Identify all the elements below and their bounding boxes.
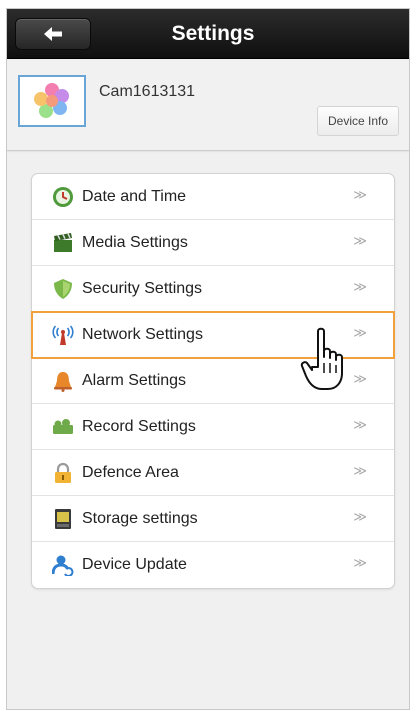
chevron-right-icon: ≫ — [353, 463, 367, 478]
menu-item-record-settings[interactable]: Record Settings ≫ — [32, 404, 394, 450]
chevron-right-icon: ≫ — [353, 325, 367, 340]
menu-item-label: Date and Time — [82, 187, 187, 205]
menu-item-label: Device Update — [82, 556, 187, 573]
chevron-right-icon: ≫ — [353, 417, 367, 432]
device-header: Cam1613131 Device Info — [7, 59, 409, 151]
chevron-right-icon: ≫ — [353, 509, 367, 524]
user-update-icon — [52, 554, 74, 576]
menu-item-device-update[interactable]: Device Update ≫ — [32, 542, 394, 588]
hand-pointer-icon — [300, 327, 343, 390]
clock-icon — [52, 186, 74, 208]
clapperboard-icon — [52, 232, 74, 254]
title-bar: Settings — [7, 9, 409, 59]
menu-item-security-settings[interactable]: Security Settings ≫ — [32, 266, 394, 312]
menu-item-label: Alarm Settings — [82, 371, 187, 389]
shield-icon — [52, 278, 74, 300]
lock-icon — [52, 462, 74, 484]
antenna-icon — [52, 324, 74, 346]
device-name: Cam1613131 — [99, 83, 196, 100]
chevron-right-icon: ≫ — [353, 233, 367, 248]
storage-icon — [52, 508, 74, 530]
device-info-button[interactable]: Device Info — [317, 106, 399, 136]
menu-item-storage-settings[interactable]: Storage settings ≫ — [32, 496, 394, 542]
chevron-right-icon: ≫ — [353, 187, 367, 202]
menu-item-label: Media Settings — [82, 233, 188, 251]
camera-flower-icon — [34, 83, 69, 118]
bell-icon — [52, 370, 74, 392]
chevron-right-icon: ≫ — [353, 279, 367, 294]
device-thumbnail[interactable] — [18, 75, 86, 127]
menu-item-label: Network Settings — [82, 325, 203, 343]
menu-item-label: Storage settings — [82, 509, 198, 527]
menu-item-label: Record Settings — [82, 417, 196, 435]
menu-item-label: Security Settings — [82, 279, 203, 297]
menu-item-label: Defence Area — [82, 463, 179, 481]
menu-item-defence-area[interactable]: Defence Area ≫ — [32, 450, 394, 496]
record-icon — [52, 416, 74, 438]
chevron-right-icon: ≫ — [353, 555, 367, 570]
menu-item-date-and-time[interactable]: Date and Time ≫ — [32, 174, 394, 220]
page-title: Settings — [171, 22, 255, 45]
menu-item-media-settings[interactable]: Media Settings ≫ — [32, 220, 394, 266]
chevron-right-icon: ≫ — [353, 371, 367, 386]
